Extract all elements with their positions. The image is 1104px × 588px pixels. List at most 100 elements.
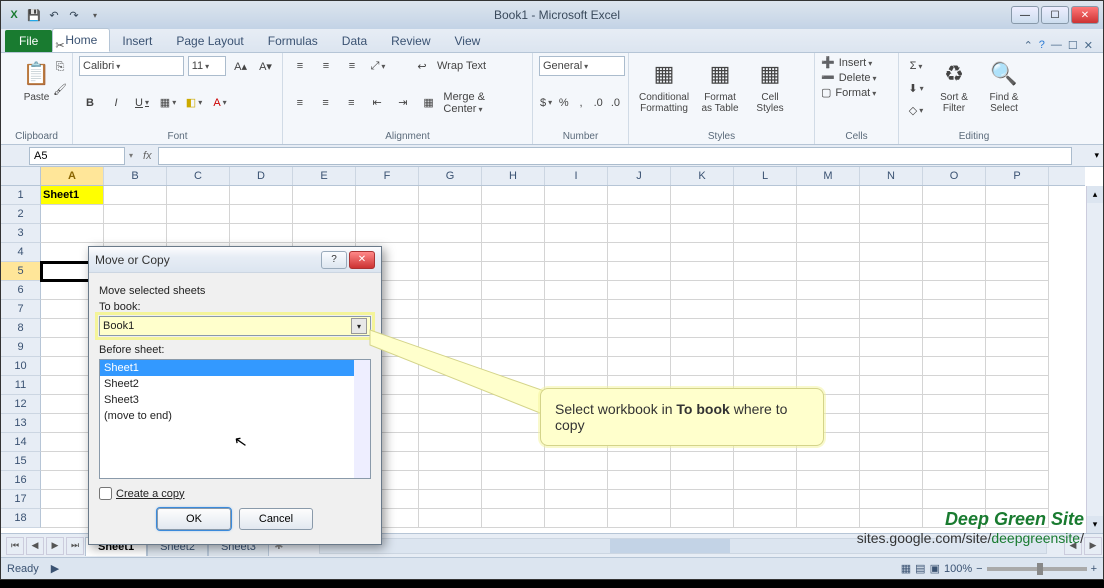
cell[interactable] — [797, 300, 860, 319]
formula-input[interactable] — [158, 147, 1073, 165]
cell[interactable] — [41, 224, 104, 243]
macro-record-icon[interactable]: ▶ — [51, 562, 59, 575]
create-copy-checkbox[interactable]: Create a copy — [99, 487, 371, 500]
cell[interactable] — [545, 452, 608, 471]
cell[interactable] — [986, 205, 1049, 224]
row-header[interactable]: 15 — [1, 452, 41, 471]
namebox-dropdown-icon[interactable]: ▾ — [125, 151, 137, 160]
cell[interactable] — [860, 414, 923, 433]
cell[interactable] — [545, 357, 608, 376]
dialog-help-icon[interactable]: ? — [321, 251, 347, 269]
row-header[interactable]: 3 — [1, 224, 41, 243]
cell[interactable] — [482, 224, 545, 243]
autosum-icon[interactable]: Σ — [905, 56, 927, 76]
excel-icon[interactable]: X — [5, 6, 23, 24]
cell[interactable] — [734, 224, 797, 243]
maximize-button[interactable]: ☐ — [1041, 6, 1069, 24]
cell[interactable] — [482, 300, 545, 319]
cell[interactable] — [860, 338, 923, 357]
qat-customize-icon[interactable] — [85, 6, 103, 24]
font-size-combo[interactable]: 11 — [188, 56, 226, 76]
cell[interactable] — [545, 490, 608, 509]
cell[interactable] — [986, 471, 1049, 490]
align-top-icon[interactable]: ≡ — [289, 56, 311, 76]
last-sheet-icon[interactable]: ⏭ — [66, 537, 84, 555]
cell[interactable] — [419, 471, 482, 490]
increase-indent-icon[interactable]: ⇥ — [392, 93, 414, 113]
cell[interactable] — [419, 319, 482, 338]
cell[interactable] — [482, 338, 545, 357]
save-icon[interactable]: 💾 — [25, 6, 43, 24]
number-format-combo[interactable]: General — [539, 56, 625, 76]
cell[interactable] — [230, 186, 293, 205]
cell[interactable] — [482, 243, 545, 262]
cell[interactable] — [671, 319, 734, 338]
column-header[interactable]: B — [104, 167, 167, 185]
row-header[interactable]: 13 — [1, 414, 41, 433]
cell[interactable] — [860, 357, 923, 376]
italic-button[interactable]: I — [105, 93, 127, 113]
list-item[interactable]: Sheet1 — [100, 360, 370, 376]
cell[interactable] — [104, 224, 167, 243]
column-header[interactable]: O — [923, 167, 986, 185]
zoom-in-icon[interactable]: + — [1091, 563, 1097, 575]
cell[interactable] — [482, 186, 545, 205]
decrease-decimal-icon[interactable]: .0 — [609, 93, 622, 113]
cell[interactable] — [230, 224, 293, 243]
cell[interactable] — [860, 471, 923, 490]
fill-color-icon[interactable]: ◧ — [183, 93, 205, 113]
cell[interactable] — [860, 490, 923, 509]
row-header[interactable]: 2 — [1, 205, 41, 224]
cell[interactable] — [986, 433, 1049, 452]
cell[interactable] — [923, 490, 986, 509]
cell[interactable] — [545, 243, 608, 262]
cell[interactable] — [860, 224, 923, 243]
cell[interactable] — [482, 262, 545, 281]
cell[interactable] — [419, 224, 482, 243]
decrease-indent-icon[interactable]: ⇤ — [366, 93, 388, 113]
row-header[interactable]: 16 — [1, 471, 41, 490]
cell[interactable] — [356, 205, 419, 224]
cell[interactable] — [167, 186, 230, 205]
minimize-ribbon-icon[interactable]: ⌃ — [1024, 39, 1033, 52]
vertical-scrollbar[interactable]: ▴ ▾ — [1086, 186, 1103, 533]
sort-filter-button[interactable]: ♻Sort & Filter — [931, 56, 977, 116]
cell[interactable] — [797, 262, 860, 281]
accounting-icon[interactable]: $ — [539, 93, 553, 113]
cell[interactable] — [923, 243, 986, 262]
tab-page-layout[interactable]: Page Layout — [164, 30, 255, 52]
cell[interactable] — [608, 281, 671, 300]
view-pagebreak-icon[interactable]: ▣ — [930, 562, 940, 575]
cell[interactable] — [419, 357, 482, 376]
cell[interactable] — [986, 338, 1049, 357]
font-family-combo[interactable]: Calibri — [79, 56, 184, 76]
cell[interactable] — [671, 338, 734, 357]
cell-styles-button[interactable]: ▦Cell Styles — [747, 56, 793, 116]
tab-review[interactable]: Review — [379, 30, 442, 52]
cell[interactable] — [734, 471, 797, 490]
cell[interactable] — [545, 205, 608, 224]
column-header[interactable]: P — [986, 167, 1049, 185]
increase-font-icon[interactable]: A▴ — [230, 56, 251, 76]
cell[interactable] — [671, 224, 734, 243]
cell[interactable] — [734, 319, 797, 338]
cell[interactable] — [608, 357, 671, 376]
cell[interactable] — [104, 205, 167, 224]
doc-restore-icon[interactable]: ☐ — [1068, 39, 1078, 52]
cell[interactable] — [482, 509, 545, 528]
comma-icon[interactable]: , — [574, 93, 587, 113]
cell[interactable] — [671, 509, 734, 528]
cell[interactable] — [419, 414, 482, 433]
insert-cells-button[interactable]: ➕Insert — [821, 56, 892, 69]
cell[interactable] — [923, 186, 986, 205]
delete-cells-button[interactable]: ➖Delete — [821, 71, 892, 84]
cell[interactable] — [734, 452, 797, 471]
cell[interactable] — [419, 376, 482, 395]
cell[interactable] — [608, 490, 671, 509]
list-item[interactable]: Sheet3 — [100, 392, 370, 408]
align-center-icon[interactable]: ≡ — [315, 93, 337, 113]
listbox-scrollbar[interactable] — [354, 360, 370, 478]
cell[interactable] — [545, 338, 608, 357]
to-book-dropdown-icon[interactable]: ▾ — [351, 318, 367, 334]
wrap-text-button[interactable]: Wrap Text — [437, 60, 486, 72]
